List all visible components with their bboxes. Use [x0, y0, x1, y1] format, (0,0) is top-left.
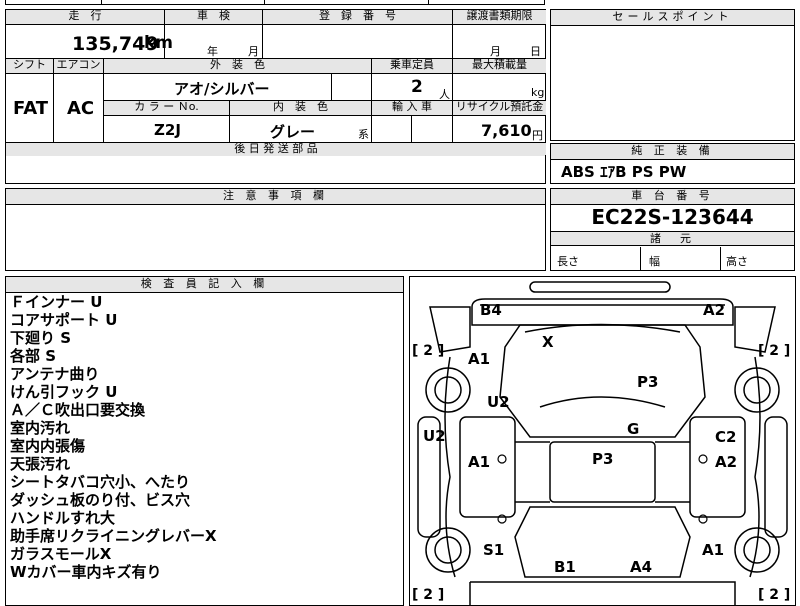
note-line: ガラスモールX: [10, 545, 112, 563]
chassis-label: 車 台 番 号: [551, 189, 794, 205]
exterior-color-value: アオ/シルバー: [174, 80, 270, 98]
tire-count-tl: [ 2 ]: [412, 343, 444, 359]
transfer-deadline-label: 譲渡書類期限: [453, 10, 546, 25]
dimensions-label: 諸 元: [551, 231, 794, 246]
inspection-label: 車 検: [165, 10, 263, 25]
mark-a1-lower: A1: [702, 541, 724, 559]
recycle-unit: 円: [532, 129, 543, 142]
mark-b4: B4: [480, 301, 502, 319]
vehicle-diagram-panel: B4 A2 X A1 P3 U2 G U2 A1 P3 C2 A2 S1 B1 …: [409, 276, 796, 606]
equipment-value: ABS ｴｱB PS PW: [561, 163, 687, 181]
capacity-value: 2: [411, 77, 423, 97]
color-no-label: カ ラ ー Ｎo.: [104, 101, 230, 116]
note-line: 天張汚れ: [10, 455, 71, 473]
mark-a4: A4: [630, 558, 652, 576]
note-line: 助手席リクライニングレバーX: [10, 527, 217, 545]
aircon-cell: AC: [54, 74, 104, 143]
shift-value: FAT: [13, 98, 49, 119]
shift-cell: FAT: [6, 74, 54, 143]
mark-x: X: [542, 333, 554, 351]
exterior-color-label: 外 装 色: [104, 59, 372, 74]
mark-p3-mid: P3: [592, 450, 613, 468]
interior-color-label: 内 装 色: [230, 101, 372, 116]
note-line: 各部 S: [10, 347, 57, 365]
height-label: 高さ: [726, 255, 748, 268]
capacity-cell: 2 人: [372, 74, 453, 101]
max-load-unit: kg: [531, 86, 545, 99]
registration-label: 登 録 番 号: [263, 10, 453, 25]
note-line: ダッシュ板のり付、ビス穴: [10, 491, 191, 509]
interior-color-value: グレー: [270, 123, 316, 141]
aircon-value: AC: [67, 98, 95, 119]
note-line: シートタバコ穴小、へたり: [10, 473, 191, 491]
exterior-color-cell: アオ/シルバー: [104, 74, 332, 101]
inspector-section: 検 査 員 記 入 欄 Ｆインナー U コアサポート U 下廻り S 各部 S …: [5, 276, 404, 606]
tire-count-bl: [ 2 ]: [412, 587, 444, 603]
mark-a2-top: A2: [703, 301, 725, 319]
notes-section: 注 意 事 項 欄: [5, 188, 546, 271]
note-line: Ｆインナー U: [10, 293, 103, 311]
capacity-label: 乗車定員: [372, 59, 453, 74]
mark-g: G: [627, 420, 639, 438]
max-load-label: 最大積載量: [453, 59, 546, 74]
note-line: 下廻り S: [10, 329, 72, 347]
transfer-deadline-cell: 月 日: [453, 25, 546, 59]
note-line: Ａ／Ｃ吹出口要交換: [10, 401, 146, 419]
interior-color-suffix: 系: [358, 128, 369, 141]
mark-u2-upper: U2: [487, 393, 510, 411]
note-line: Wカバー車内キズ有り: [10, 563, 162, 581]
equipment-label: 純 正 装 備: [551, 144, 794, 160]
mark-p3-upper: P3: [637, 373, 658, 391]
mark-a1-mid: A1: [468, 453, 490, 471]
note-line: けん引フック U: [10, 383, 118, 401]
import-label: 輸 入 車: [372, 101, 453, 116]
transfer-day-unit: 日: [530, 45, 541, 58]
later-parts-cell: [5, 155, 546, 184]
equipment-section: 純 正 装 備 ABS ｴｱB PS PW: [550, 143, 795, 184]
mark-c2: C2: [715, 428, 736, 446]
inspector-label: 検 査 員 記 入 欄: [6, 277, 403, 293]
top-strip: [5, 0, 545, 5]
color-no-cell: Z2J: [104, 116, 230, 143]
max-load-cell: kg: [453, 74, 546, 101]
mileage-label: 走 行: [6, 10, 165, 25]
mileage-cell: 135,749 km: [6, 25, 173, 59]
aircon-label: エアコン: [54, 59, 104, 74]
note-line: コアサポート U: [10, 311, 118, 329]
note-line: 室内汚れ: [10, 419, 71, 437]
recycle-cell: 7,610 円: [453, 116, 546, 143]
sales-points-label: セールスポイント: [551, 10, 794, 26]
recycle-label: リサイクル預託金: [453, 101, 546, 116]
chassis-number: EC22S-123644: [591, 205, 754, 229]
length-label: 長さ: [557, 255, 579, 268]
tire-count-tr: [ 2 ]: [758, 343, 790, 359]
width-label: 幅: [649, 255, 660, 268]
interior-color-cell: グレー 系: [230, 116, 372, 143]
mark-a2-mid: A2: [715, 453, 737, 471]
inspection-month-unit: 月: [248, 45, 259, 58]
mark-a1-upper: A1: [468, 350, 490, 368]
mark-b1: B1: [554, 558, 576, 576]
mark-s1: S1: [483, 541, 504, 559]
note-line: ハンドルすれ大: [10, 509, 116, 527]
sales-points-section: セールスポイント: [550, 9, 795, 141]
inspection-year-unit: 年: [207, 45, 218, 58]
vehicle-diagram: B4 A2 X A1 P3 U2 G U2 A1 P3 C2 A2 S1 B1 …: [412, 281, 790, 605]
mark-u2-left: U2: [423, 427, 446, 445]
capacity-unit: 人: [439, 88, 450, 101]
inspector-notes: Ｆインナー U コアサポート U 下廻り S 各部 S アンテナ曲り けん引フッ…: [10, 293, 217, 581]
chassis-section: 車 台 番 号 EC22S-123644 諸 元 長さ 幅 高さ: [550, 188, 795, 271]
notes-label: 注 意 事 項 欄: [6, 189, 545, 205]
inspection-cell: 年 月: [165, 25, 263, 59]
note-line: アンテナ曲り: [10, 365, 100, 383]
recycle-value: 7,610: [481, 121, 532, 140]
vehicle-info-table: 走 行 車 検 登 録 番 号 譲渡書類期限 135,749 km 年 月 月 …: [5, 9, 546, 156]
transfer-month-unit: 月: [490, 45, 501, 58]
tire-count-br: [ 2 ]: [758, 587, 790, 603]
registration-cell: [263, 25, 453, 59]
shift-label: シフト: [6, 59, 54, 74]
note-line: 室内内張傷: [10, 437, 86, 455]
color-no-value: Z2J: [154, 121, 181, 139]
